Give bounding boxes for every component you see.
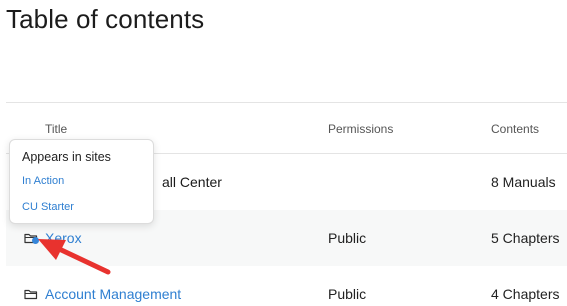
column-header-contents[interactable]: Contents (491, 122, 539, 136)
table-row[interactable]: Account Management Public 4 Chapters (6, 266, 567, 306)
popover-site-link[interactable]: CU Starter (22, 201, 74, 213)
row-title[interactable]: all Center (162, 174, 222, 190)
row-contents: 8 Manuals (491, 174, 556, 190)
row-contents: 5 Chapters (491, 230, 560, 246)
folder-icon (24, 289, 38, 300)
row-contents: 4 Chapters (491, 286, 560, 302)
row-title-link[interactable]: Account Management (45, 286, 181, 302)
site-indicator-dot[interactable] (32, 237, 39, 244)
popover-heading: Appears in sites (22, 150, 111, 164)
page: Table of contents Title Permissions Cont… (0, 0, 567, 306)
sites-popover: Appears in sites In Action CU Starter (9, 139, 154, 224)
row-permissions: Public (328, 286, 367, 302)
column-header-title[interactable]: Title (45, 122, 67, 136)
row-permissions: Public (328, 230, 367, 246)
row-title-link[interactable]: Xerox (45, 230, 82, 246)
page-title: Table of contents (6, 4, 205, 34)
column-header-permissions[interactable]: Permissions (328, 122, 393, 136)
popover-site-link[interactable]: In Action (22, 175, 64, 187)
